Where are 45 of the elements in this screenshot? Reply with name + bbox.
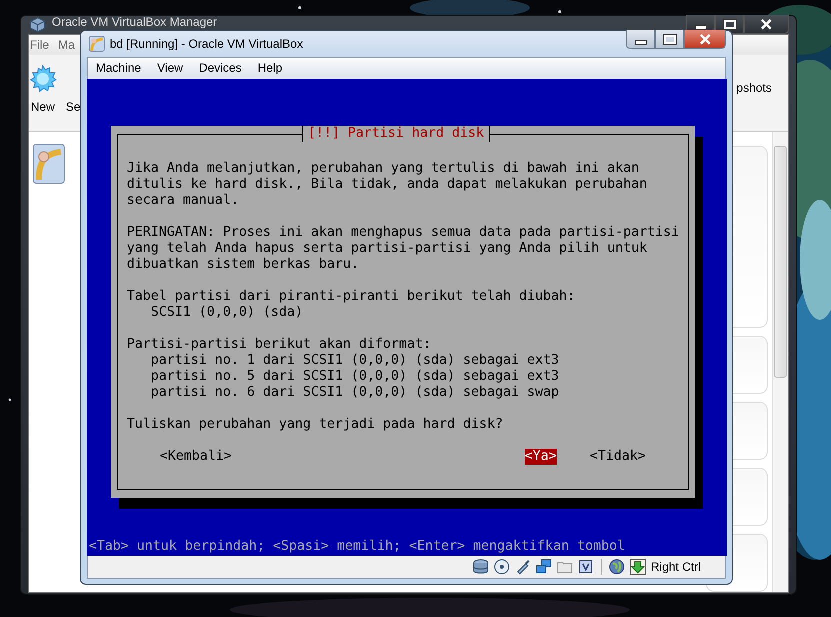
menu-item[interactable]: Ma <box>58 38 76 52</box>
window-title: Oracle VM VirtualBox Manager <box>52 15 218 29</box>
maximize-button[interactable] <box>715 15 744 34</box>
dialog-button[interactable]: <Ya> <box>524 448 557 465</box>
cube-icon <box>30 17 46 33</box>
maximize-button[interactable] <box>655 30 684 49</box>
dialog-text: secara manual. <box>127 192 240 209</box>
dialog-text: PERINGATAN: Proses ini akan menghapus semua data pada partisi-partisi <box>127 224 680 241</box>
toolbar-button[interactable]: Se <box>66 65 81 114</box>
dialog-text: partisi no. 5 dari SCSI1 (0,0,0) (sda) sebagai ext3 <box>150 368 560 385</box>
dialog-text: Tabel partisi dari piranti-piranti berikut telah diubah: <box>127 288 576 305</box>
help-text: <Tab> untuk berpindah; <Spasi> memilih; <Enter> mengaktifkan tombol <box>88 539 626 556</box>
dialog-text: partisi no. 6 dari SCSI1 (0,0,0) (sda) sebagai swap <box>150 384 560 401</box>
dialog-button[interactable]: <Tidak> <box>590 448 646 465</box>
menu-item[interactable]: File <box>30 38 50 52</box>
dialog-text: dibuatkan sistem berkas baru. <box>127 256 360 273</box>
host-key-label: Right Ctrl <box>650 560 701 574</box>
minimize-button[interactable] <box>626 30 655 49</box>
hard-disk-icon <box>472 559 489 576</box>
dialog-text: Jika Anda melanjutkan, perubahan yang tertulis di bawah ini akan <box>127 160 640 177</box>
dialog-text: Tuliskan perubahan yang terjadi pada hard disk? <box>127 416 504 433</box>
menu-item[interactable]: Machine <box>96 61 142 76</box>
vm-os-icon <box>89 36 105 52</box>
close-icon <box>761 18 772 30</box>
down-arrow-icon <box>630 559 646 576</box>
menu-item[interactable]: Help <box>258 61 283 76</box>
globe-icon <box>608 559 625 576</box>
menu-item[interactable]: Devices <box>199 61 242 76</box>
dialog-title: [!!] Partisi hard disk <box>302 126 490 142</box>
vm-os-icon <box>33 144 65 184</box>
dialog-button[interactable]: <Kembali> <box>160 448 232 465</box>
menu-item[interactable]: View <box>157 61 184 76</box>
disc-icon <box>494 559 510 576</box>
dialog-text: ditulis ke hard disk., Bila tidak, anda dapat melakukan perubahan <box>127 176 648 193</box>
dialog-text: yang telah Anda hapus serta partisi-partisi yang Anda pilih untuk <box>127 240 648 257</box>
network-icon <box>536 559 552 576</box>
scroll-bar[interactable] <box>772 132 788 592</box>
window-title: bd [Running] - Oracle VM VirtualBox <box>110 36 304 51</box>
dialog-text: Partisi-partisi berikut akan diformat: <box>127 336 432 353</box>
close-button[interactable] <box>744 15 789 34</box>
toolbar-label[interactable]: pshots <box>736 81 772 95</box>
dialog-text: partisi no. 1 dari SCSI1 (0,0,0) (sda) sebagai ext3 <box>150 352 560 369</box>
dialog-text: SCSI1 (0,0,0) (sda) <box>150 304 304 321</box>
close-icon <box>700 34 710 44</box>
chip-icon <box>578 559 594 576</box>
